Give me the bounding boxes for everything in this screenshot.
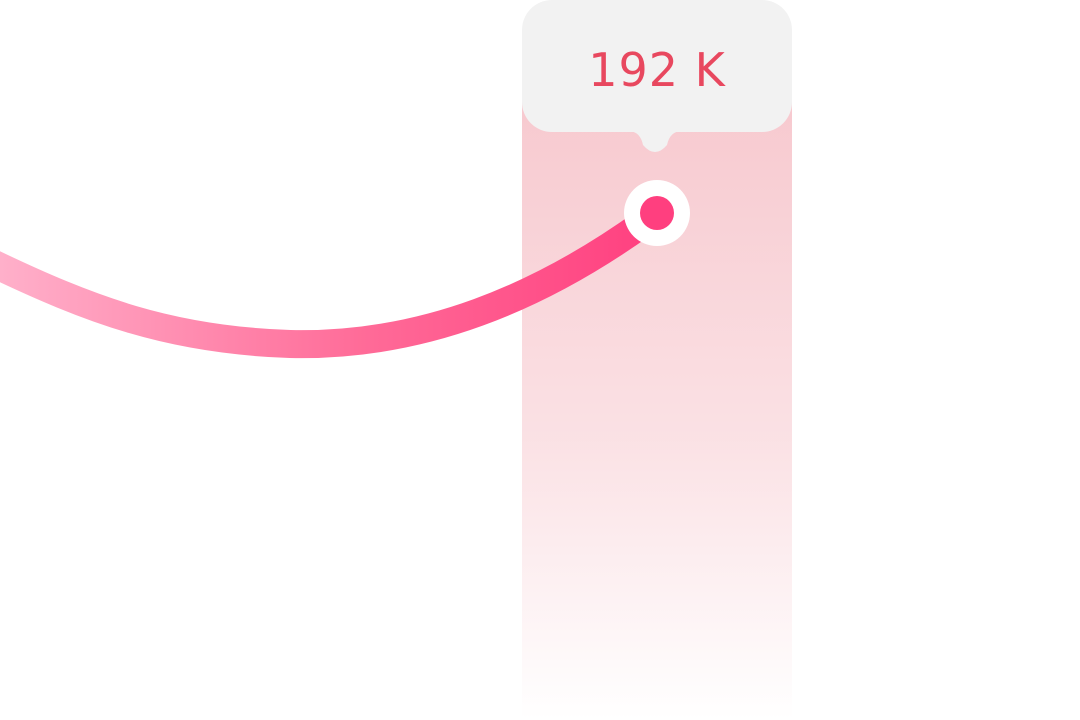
data-point-marker-icon[interactable] — [624, 180, 690, 246]
line-chart: 192 K — [0, 0, 792, 720]
tooltip-value: 192 K — [588, 43, 726, 97]
chart-canvas: 192 K — [0, 0, 1080, 720]
tooltip: 192 K — [522, 0, 792, 152]
